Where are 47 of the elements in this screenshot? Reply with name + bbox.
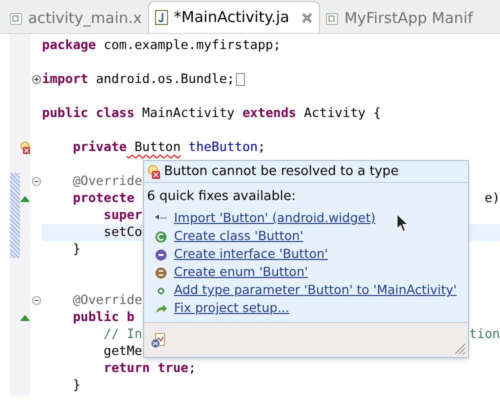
code-line: e): [484, 190, 500, 208]
quick-fix-link[interactable]: Create enum 'Button': [174, 263, 308, 282]
code-line: tion: [469, 326, 500, 344]
quick-fix-link[interactable]: Add type parameter 'Button' to 'MainActivity': [174, 281, 457, 300]
quick-fix-link[interactable]: Import 'Button' (android.widget): [174, 209, 376, 228]
code-line: // In: [102, 326, 142, 344]
code-line: public class MainActivity extends Activity {: [42, 104, 382, 123]
editor-tab[interactable]: activity_main.x: [4, 3, 148, 33]
collapse-icon[interactable]: [32, 296, 40, 305]
error-lightbulb-icon: [147, 164, 160, 178]
triangle-icon: [20, 194, 30, 202]
file-icon: [10, 10, 22, 26]
error-lightbulb-icon: [20, 141, 30, 154]
code-line: public b: [72, 308, 134, 327]
quick-fix-summary: 6 quick fixes available:: [146, 188, 297, 206]
code-line: @Override: [72, 292, 142, 310]
code-line: protecte: [72, 190, 134, 208]
code-line: setCo: [102, 224, 142, 242]
code-line: package com.example.myfirstapp;: [42, 36, 281, 55]
enum-icon: [155, 266, 167, 278]
problem-title: Button cannot be resolved to a type: [164, 162, 399, 181]
code-line: private Button theButton;: [72, 138, 266, 157]
code-line: super: [102, 206, 142, 225]
quick-fix-link[interactable]: Create class 'Button': [174, 227, 304, 246]
triangle-icon: [20, 314, 30, 322]
mouse-cursor-icon: [396, 213, 409, 233]
code-line: }: [72, 376, 81, 395]
class-icon: [155, 230, 167, 242]
code-line: }: [72, 240, 81, 259]
folded-block-marker[interactable]: [236, 73, 245, 86]
editor-tab[interactable]: MyFirstApp Manif: [320, 3, 479, 33]
close-icon[interactable]: [301, 12, 314, 24]
collapse-icon[interactable]: [32, 177, 40, 186]
preferences-icon: [151, 332, 166, 348]
code-line: getMe: [102, 342, 142, 361]
quick-fix-link[interactable]: Fix project setup...: [174, 299, 290, 318]
code-line: @Override: [72, 172, 142, 191]
code-line: return true;: [102, 360, 196, 378]
file-icon: [326, 10, 338, 26]
arrow-icon: [155, 302, 167, 314]
java-file-icon: [154, 10, 168, 25]
code-line: import android.os.Bundle;: [42, 70, 235, 89]
resize-grip-icon: [452, 341, 466, 355]
interface-icon: [155, 248, 167, 260]
editor-tab[interactable]: *MainActivity.ja: [148, 1, 320, 33]
expand-icon[interactable]: [32, 75, 40, 84]
quick-fix-link[interactable]: Create interface 'Button': [174, 245, 328, 264]
